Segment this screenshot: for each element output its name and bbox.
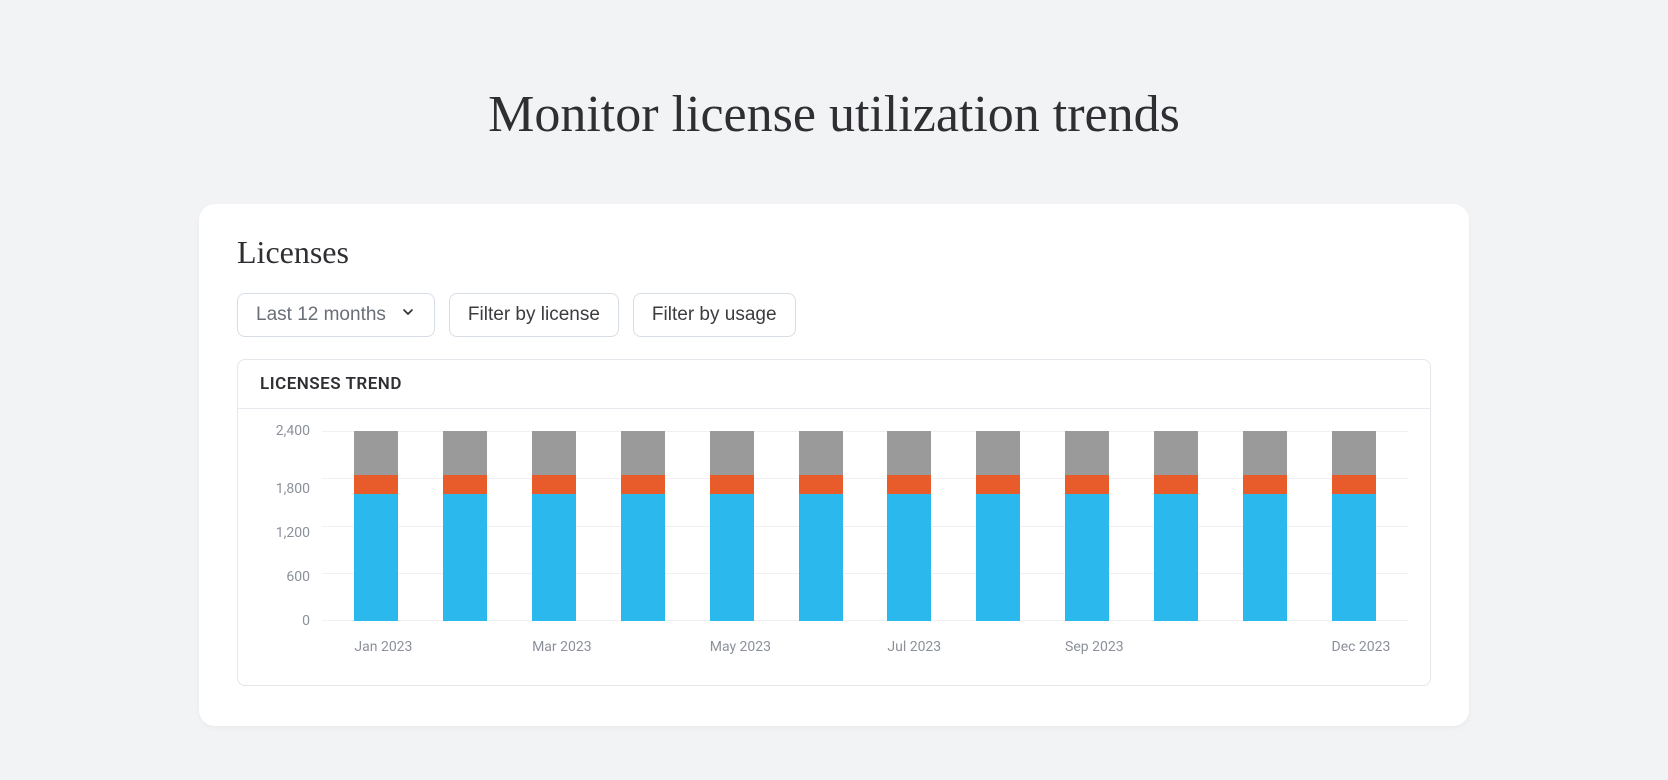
bar-segment [532, 431, 576, 475]
chart-title: LICENSES TREND [238, 360, 1430, 409]
x-tick [976, 639, 1020, 655]
bar-segment [887, 475, 931, 495]
bar-segment [532, 475, 576, 495]
bar-segment [1332, 431, 1376, 475]
bar-segment [443, 494, 487, 621]
bar-segment [799, 494, 843, 621]
bar-segment [799, 475, 843, 495]
bar-segment [710, 431, 754, 475]
filter-usage-label: Filter by usage [652, 304, 777, 326]
x-tick [1154, 639, 1198, 655]
x-tick [799, 639, 843, 655]
chart-panel: LICENSES TREND 2,400 1,800 1,200 600 0 Jan 2… [237, 359, 1431, 686]
bar-column [532, 431, 576, 621]
x-axis: Jan 2023 Mar 2023 May 2023 Jul 2023 Sep 2023… [322, 639, 1408, 655]
bar-segment [976, 494, 1020, 621]
bar-column [1243, 431, 1287, 621]
bar-segment [887, 494, 931, 621]
filter-by-usage-button[interactable]: Filter by usage [633, 293, 796, 337]
bar-segment [1243, 431, 1287, 475]
bar-segment [532, 494, 576, 621]
bar-segment [1154, 494, 1198, 621]
bar-segment [621, 494, 665, 621]
bar-segment [1065, 494, 1109, 621]
bar-column [887, 431, 931, 621]
y-tick: 1,200 [276, 526, 310, 540]
bars [322, 431, 1408, 621]
x-tick: Jan 2023 [354, 639, 398, 655]
bar-segment [799, 431, 843, 475]
x-tick: Mar 2023 [532, 639, 576, 655]
bar-segment [1243, 475, 1287, 495]
bar-segment [1332, 494, 1376, 621]
bars-wrap [322, 431, 1408, 621]
bar-segment [710, 494, 754, 621]
bar-column [1332, 431, 1376, 621]
bar-segment [887, 431, 931, 475]
y-tick: 600 [286, 570, 310, 584]
filter-license-label: Filter by license [468, 304, 600, 326]
filter-bar: Last 12 months Filter by license Filter … [237, 293, 1431, 337]
x-tick: Dec 2023 [1332, 639, 1376, 655]
bar-segment [621, 431, 665, 475]
bar-segment [354, 431, 398, 475]
bar-segment [1065, 475, 1109, 495]
bar-segment [443, 431, 487, 475]
y-tick: 2,400 [276, 424, 310, 438]
bar-segment [976, 475, 1020, 495]
bar-segment [1243, 494, 1287, 621]
bar-segment [354, 475, 398, 495]
x-tick [443, 639, 487, 655]
y-tick: 1,800 [276, 482, 310, 496]
bar-segment [1154, 431, 1198, 475]
date-range-label: Last 12 months [256, 304, 386, 326]
x-tick: Sep 2023 [1065, 639, 1109, 655]
bar-segment [621, 475, 665, 495]
filter-by-license-button[interactable]: Filter by license [449, 293, 619, 337]
bar-segment [1154, 475, 1198, 495]
bar-column [1154, 431, 1198, 621]
bar-column [443, 431, 487, 621]
bar-column [799, 431, 843, 621]
bar-segment [443, 475, 487, 495]
bar-segment [976, 431, 1020, 475]
x-tick: May 2023 [710, 639, 754, 655]
date-range-dropdown[interactable]: Last 12 months [237, 293, 435, 337]
x-tick [621, 639, 665, 655]
card-title: Licenses [237, 234, 1431, 271]
licenses-card: Licenses Last 12 months Filter by licens… [199, 204, 1469, 726]
page-title: Monitor license utilization trends [488, 85, 1180, 144]
bar-column [354, 431, 398, 621]
bar-segment [354, 494, 398, 621]
bar-column [621, 431, 665, 621]
chart-area: 2,400 1,800 1,200 600 0 Jan 2023 Mar 2023 May … [238, 409, 1430, 685]
x-tick: Jul 2023 [887, 639, 931, 655]
bar-segment [1332, 475, 1376, 495]
bar-column [976, 431, 1020, 621]
chevron-down-icon [400, 304, 416, 326]
x-tick [1243, 639, 1287, 655]
y-axis: 2,4001,8001,2006000 [260, 431, 310, 621]
y-tick: 0 [302, 614, 310, 628]
bar-column [710, 431, 754, 621]
bar-column [1065, 431, 1109, 621]
bar-segment [710, 475, 754, 495]
bar-segment [1065, 431, 1109, 475]
